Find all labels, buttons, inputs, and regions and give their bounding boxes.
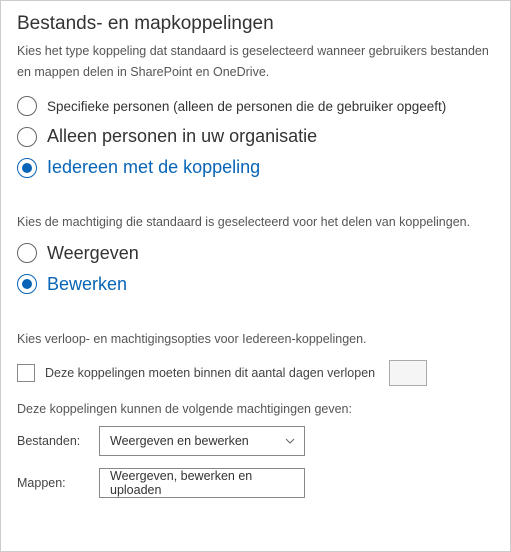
permission-radio-group: Weergeven Bewerken [17,243,494,295]
link-type-description: Kies het type koppeling dat standaard is… [17,41,494,82]
expiry-days-input[interactable] [389,360,427,386]
radio-label: Alleen personen in uw organisatie [47,126,317,147]
permission-description: Kies de machtiging die standaard is gese… [17,212,494,233]
folders-dropdown-value: Weergeven, bewerken en uploaden [110,469,284,497]
folders-permission-dropdown[interactable]: Weergeven, bewerken en uploaden [99,468,305,498]
radio-edit[interactable]: Bewerken [17,274,494,295]
chevron-down-icon [284,435,296,447]
radio-view[interactable]: Weergeven [17,243,494,264]
expiry-description: Kies verloop- en machtigingsopties voor … [17,329,494,350]
radio-icon [17,243,37,263]
radio-icon [17,96,37,116]
folders-label: Mappen: [17,476,99,490]
panel-title: Bestands- en mapkoppelingen [17,13,494,35]
files-permission-row: Bestanden: Weergeven en bewerken [17,426,494,456]
radio-icon [17,158,37,178]
radio-label: Bewerken [47,274,127,295]
radio-org-only[interactable]: Alleen personen in uw organisatie [17,126,494,147]
radio-label: Specifieke personen (alleen de personen … [47,99,446,114]
files-label: Bestanden: [17,434,99,448]
files-dropdown-value: Weergeven en bewerken [110,434,249,448]
files-permission-dropdown[interactable]: Weergeven en bewerken [99,426,305,456]
radio-label: Iedereen met de koppeling [47,157,260,178]
radio-specific-people[interactable]: Specifieke personen (alleen de personen … [17,96,494,116]
radio-icon [17,127,37,147]
radio-label: Weergeven [47,243,139,264]
grants-description: Deze koppelingen kunnen de volgende mach… [17,402,494,416]
expiry-checkbox[interactable] [17,364,35,382]
radio-icon [17,274,37,294]
link-type-radio-group: Specifieke personen (alleen de personen … [17,96,494,178]
radio-anyone-with-link[interactable]: Iedereen met de koppeling [17,157,494,178]
folders-permission-row: Mappen: Weergeven, bewerken en uploaden [17,468,494,498]
expiry-checkbox-row: Deze koppelingen moeten binnen dit aanta… [17,360,494,386]
expiry-checkbox-label[interactable]: Deze koppelingen moeten binnen dit aanta… [45,366,375,380]
file-folder-links-panel: Bestands- en mapkoppelingen Kies het typ… [0,0,511,552]
